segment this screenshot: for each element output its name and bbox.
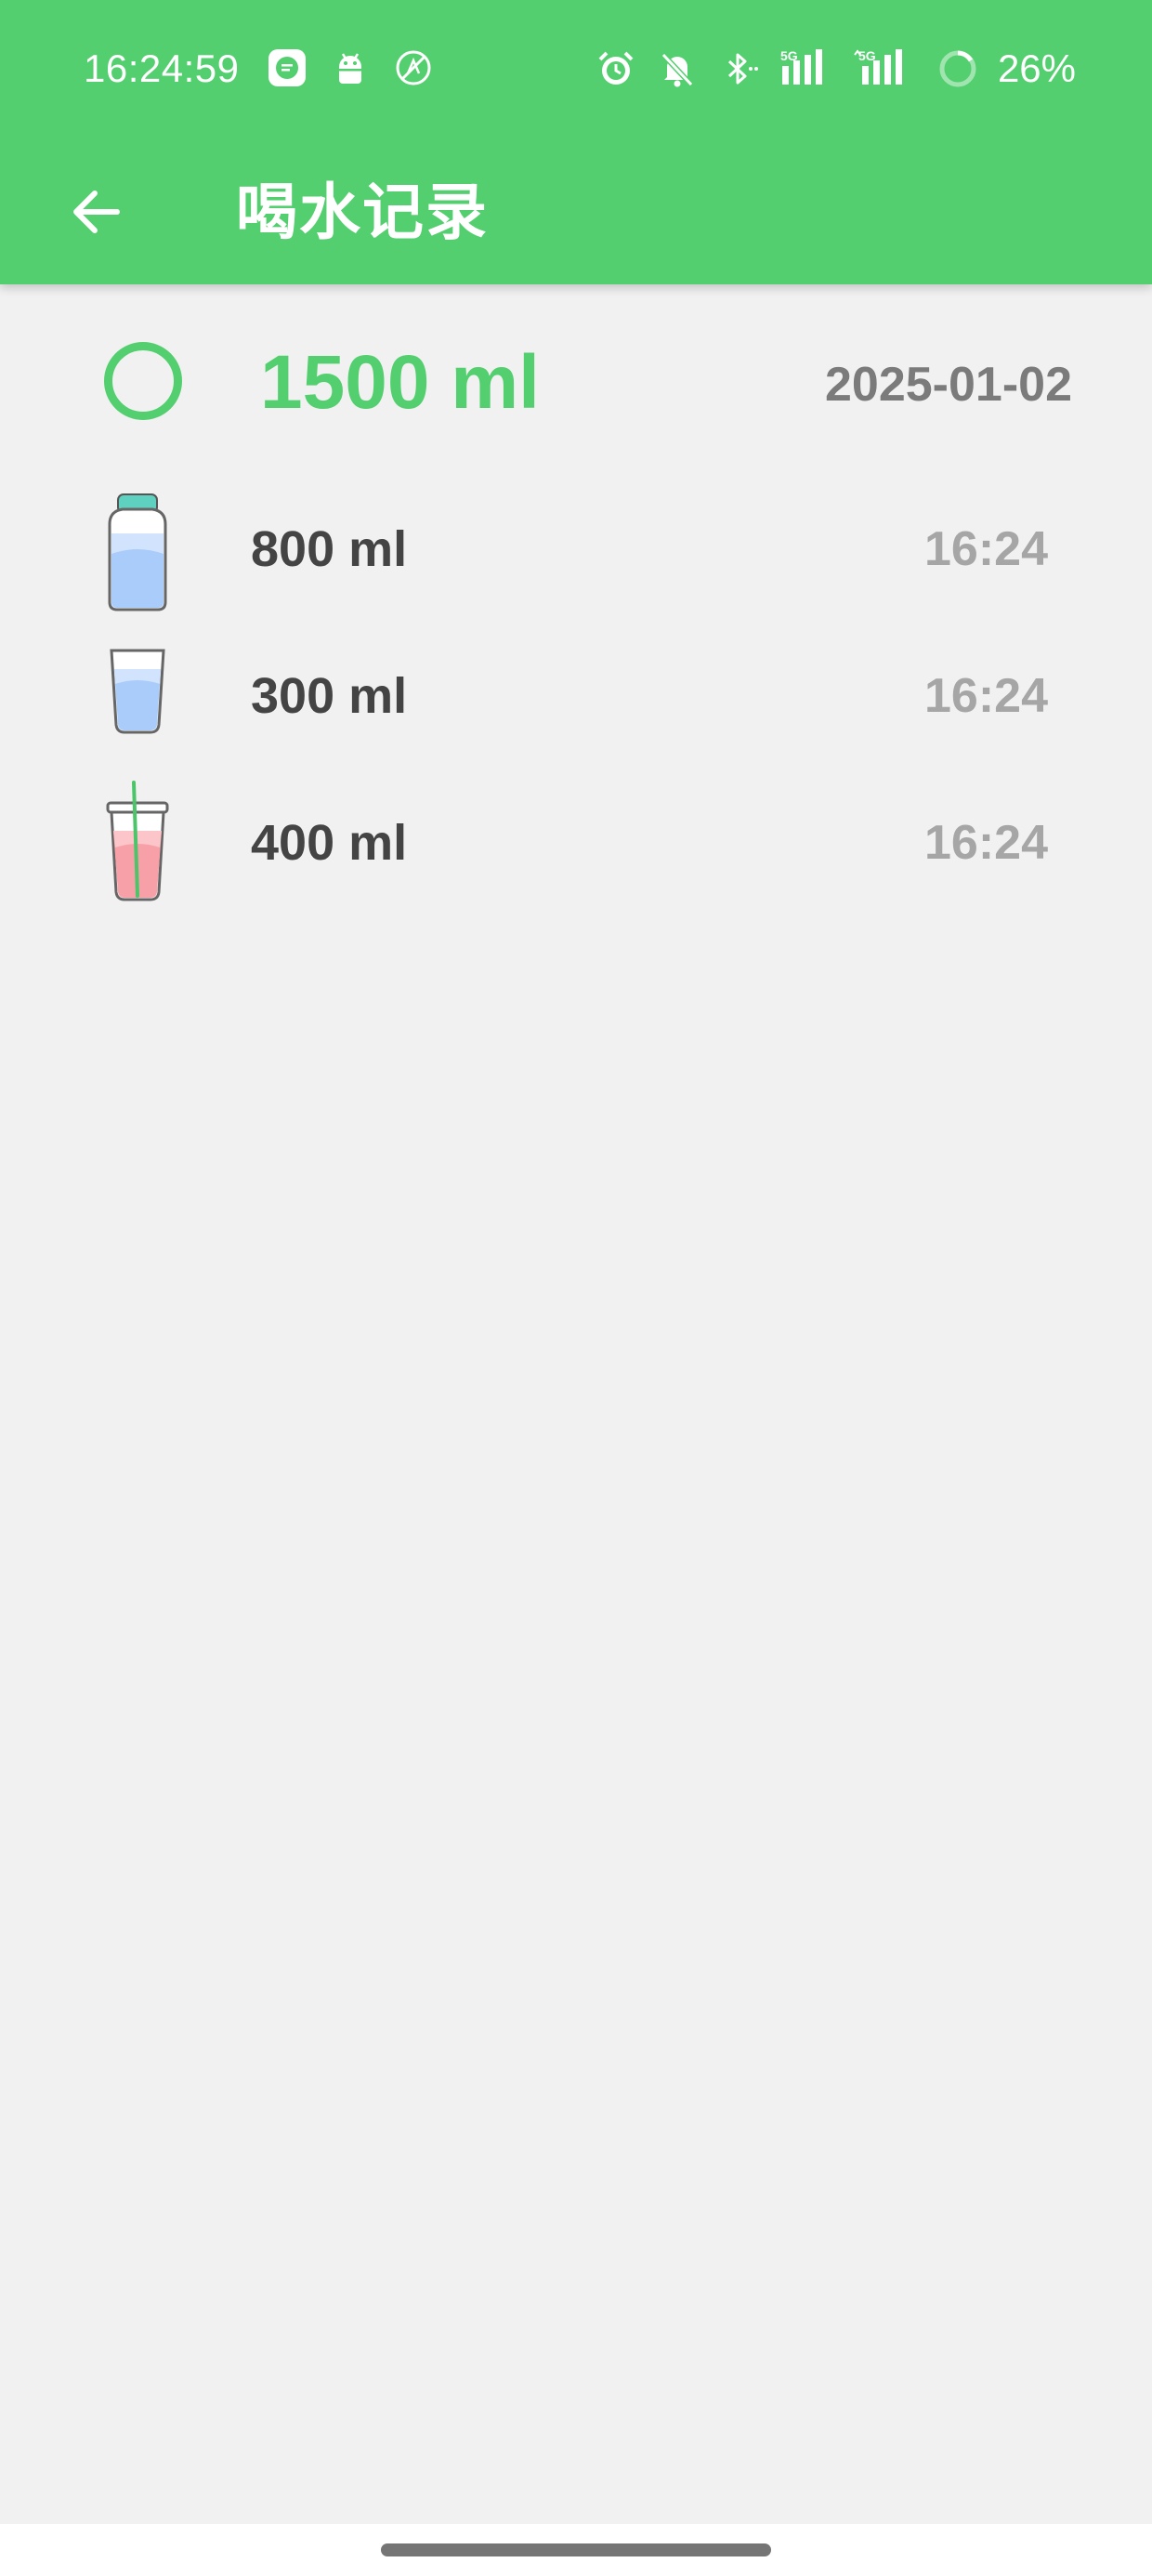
bluetooth-icon xyxy=(717,47,760,90)
battery-ring-icon xyxy=(936,47,979,90)
daily-summary: 1500 ml 2025-01-02 xyxy=(0,316,1152,446)
cup-with-straw-icon xyxy=(100,779,175,907)
record-amount: 300 ml xyxy=(251,668,408,724)
record-time: 16:24 xyxy=(924,816,1048,870)
bottle-icon xyxy=(100,485,175,613)
screen: 16:24:59 5G 5G 26% 喝水记录 1500 ml 2025-01-… xyxy=(0,0,1152,2576)
android-icon xyxy=(329,46,372,89)
record-amount: 400 ml xyxy=(251,815,408,871)
arrow-left-icon xyxy=(73,191,120,233)
status-left-icons xyxy=(266,46,435,89)
record-amount: 800 ml xyxy=(251,521,408,577)
progress-ring-icon xyxy=(104,342,182,420)
app-bar: 喝水记录 xyxy=(0,139,1152,284)
record-time: 16:24 xyxy=(924,522,1048,576)
top-bar: 16:24:59 5G 5G 26% 喝水记录 xyxy=(0,0,1152,284)
battery-percentage: 26% xyxy=(997,46,1076,90)
summary-date: 2025-01-02 xyxy=(825,358,1072,412)
page-title: 喝水记录 xyxy=(236,177,489,246)
message-icon xyxy=(266,46,308,89)
muted-bell-icon xyxy=(656,47,699,90)
records-list: 800 ml 16:24 300 ml 16:24 400 ml 16:24 xyxy=(0,476,1152,916)
glass-icon xyxy=(100,632,175,760)
signal-5g-2-icon: 5G xyxy=(853,47,918,90)
svg-text:5G: 5G xyxy=(858,48,876,63)
list-item[interactable]: 300 ml 16:24 xyxy=(0,623,1152,769)
total-amount: 1500 ml xyxy=(260,340,540,425)
alarm-icon xyxy=(595,47,637,90)
no-disturb-icon xyxy=(392,46,435,89)
status-bar: 16:24:59 5G 5G 26% xyxy=(0,0,1152,139)
list-item[interactable]: 400 ml 16:24 xyxy=(0,769,1152,916)
signal-5g-icon: 5G xyxy=(779,47,834,90)
record-time: 16:24 xyxy=(924,669,1048,723)
list-item[interactable]: 800 ml 16:24 xyxy=(0,476,1152,623)
status-right-icons: 5G 5G 26% xyxy=(595,43,1076,95)
back-button[interactable] xyxy=(52,167,141,256)
home-indicator[interactable] xyxy=(381,2543,771,2556)
status-time: 16:24:59 xyxy=(84,46,240,90)
gesture-nav-bar xyxy=(0,2524,1152,2576)
